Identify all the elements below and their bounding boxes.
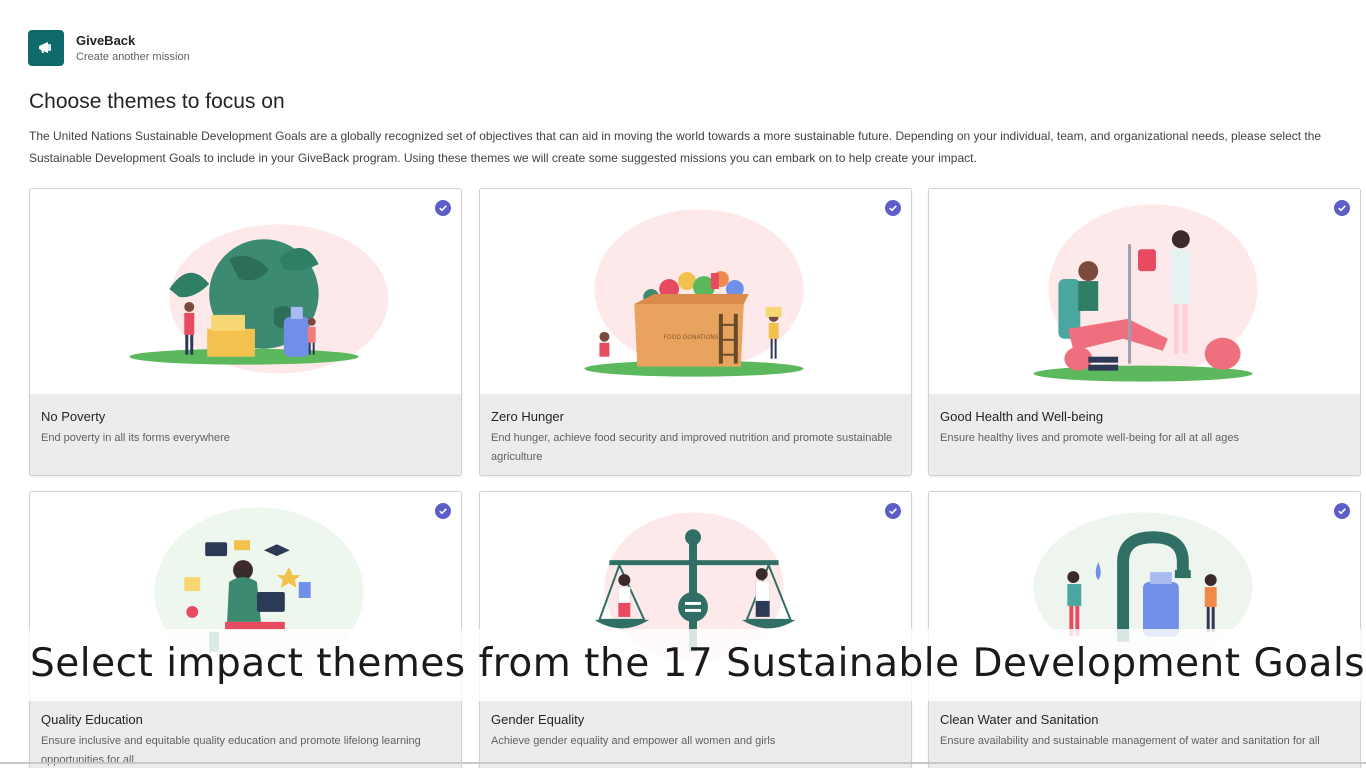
theme-description: End hunger, achieve food security and im… xyxy=(491,432,893,463)
divider xyxy=(0,762,1366,764)
blood-donation-illustration xyxy=(929,189,1360,394)
app-subtitle: Create another mission xyxy=(76,51,190,63)
theme-card-no-poverty[interactable]: No Poverty End poverty in all its forms … xyxy=(29,188,462,476)
theme-title: Quality Education xyxy=(41,712,143,727)
theme-title: Gender Equality xyxy=(491,712,585,727)
theme-card-zero-hunger[interactable]: FOOD DONATIONS Zero Hunger End hunger, a… xyxy=(479,188,912,476)
theme-title: Zero Hunger xyxy=(491,409,564,424)
theme-description: Ensure healthy lives and promote well-be… xyxy=(940,432,1239,444)
box-label: FOOD DONATIONS xyxy=(663,334,718,341)
theme-card-footer: Zero Hunger End hunger, achieve food sec… xyxy=(480,394,911,475)
theme-card-good-health[interactable]: Good Health and Well-being Ensure health… xyxy=(928,188,1361,476)
theme-description: Achieve gender equality and empower all … xyxy=(491,735,776,747)
theme-card-footer: Quality Education Ensure inclusive and e… xyxy=(30,697,461,768)
app-name: GiveBack xyxy=(76,33,136,48)
theme-card-footer: No Poverty End poverty in all its forms … xyxy=(30,394,461,475)
selected-check-icon[interactable] xyxy=(885,503,901,519)
video-caption: Select impact themes from the 17 Sustain… xyxy=(30,641,1366,686)
app-header: GiveBack Create another mission xyxy=(28,30,190,66)
theme-title: Good Health and Well-being xyxy=(940,409,1104,424)
page-description: The United Nations Sustainable Developme… xyxy=(29,129,1322,165)
megaphone-icon xyxy=(28,30,64,66)
theme-title: Clean Water and Sanitation xyxy=(940,712,1099,727)
app-title-block: GiveBack Create another mission xyxy=(76,32,190,64)
globe-charity-illustration xyxy=(30,189,461,394)
selected-check-icon[interactable] xyxy=(435,503,451,519)
theme-title: No Poverty xyxy=(41,409,106,424)
theme-card-footer: Gender Equality Achieve gender equality … xyxy=(480,697,911,768)
theme-card-footer: Clean Water and Sanitation Ensure availa… xyxy=(929,697,1360,768)
theme-description: Ensure availability and sustainable mana… xyxy=(940,735,1320,747)
food-donation-box-illustration: FOOD DONATIONS xyxy=(480,189,911,394)
selected-check-icon[interactable] xyxy=(885,200,901,216)
theme-card-footer: Good Health and Well-being Ensure health… xyxy=(929,394,1360,475)
selected-check-icon[interactable] xyxy=(1334,503,1350,519)
selected-check-icon[interactable] xyxy=(1334,200,1350,216)
selected-check-icon[interactable] xyxy=(435,200,451,216)
page-title: Choose themes to focus on xyxy=(29,90,285,113)
theme-description: End poverty in all its forms everywhere xyxy=(41,432,230,444)
